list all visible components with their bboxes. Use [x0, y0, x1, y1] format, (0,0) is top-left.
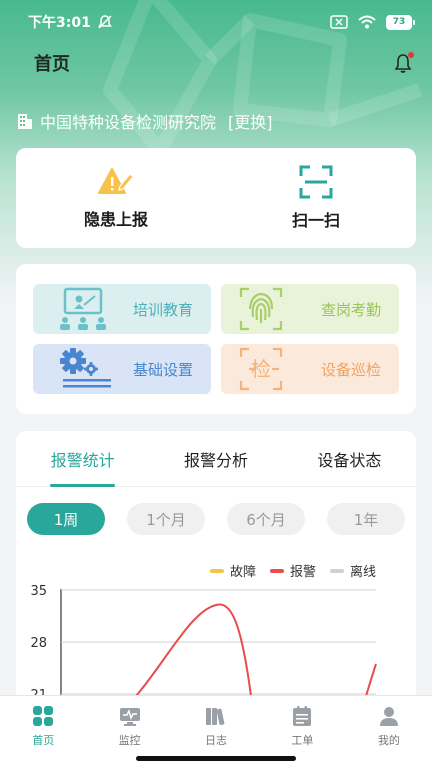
module-training-label: 培训教育 [132, 300, 193, 319]
sim-off-icon [330, 15, 348, 29]
status-bar: 下午3:01 73 [0, 0, 432, 44]
legend-item-alarm: 报警 [269, 561, 316, 580]
tabbar-profile[interactable]: 我的 [346, 696, 432, 768]
training-icon [60, 287, 106, 330]
scan-icon [299, 165, 333, 199]
monitor-icon [119, 708, 140, 726]
profile-icon [379, 707, 398, 726]
legend-label-fault: 故障 [229, 565, 256, 580]
tab-alarm-statistics[interactable]: 报警统计 [16, 431, 149, 487]
legend-label-alarm: 报警 [289, 565, 316, 580]
quick-actions-card: 隐患上报 扫一扫 [16, 148, 416, 248]
organization-selector[interactable]: 中国特种设备检测研究院 [更换] [16, 108, 273, 134]
battery-level: 73 [392, 17, 406, 27]
period-1-year[interactable]: 1年 [327, 503, 405, 535]
scan-button[interactable]: 扫一扫 [216, 148, 416, 248]
period-1-month[interactable]: 1个月 [127, 503, 205, 535]
chart-legend: 故障 报警 离线 [209, 561, 376, 580]
module-attendance[interactable]: 查岗考勤 [221, 284, 399, 334]
tab-alarm-analysis[interactable]: 报警分析 [149, 431, 282, 486]
tabbar-monitor-label: 监控 [118, 734, 141, 747]
status-time-group: 下午3:01 [28, 12, 113, 32]
legend-item-offline: 离线 [329, 561, 376, 580]
legend-item-fault: 故障 [209, 561, 256, 580]
home-indicator [136, 756, 296, 761]
tabbar-log-label: 日志 [205, 734, 228, 747]
tabbar-work-order-label: 工单 [291, 734, 314, 747]
statistics-card: 报警统计 报警分析 设备状态 1周 1个月 6个月 1年 故障 报警 离线 35… [16, 431, 416, 731]
alarm-series-line-end [365, 663, 377, 697]
period-6-months[interactable]: 6个月 [227, 503, 305, 535]
alarm-series-line [135, 603, 252, 697]
module-grid: 培训教育 查岗考勤 基础设置 检 设备巡检 [33, 284, 399, 394]
module-attendance-label: 查岗考勤 [320, 300, 381, 319]
hazard-report-label: 隐患上报 [83, 210, 148, 229]
building-icon [18, 114, 32, 129]
status-time: 下午3:01 [28, 15, 91, 31]
home-grid-icon [33, 705, 54, 726]
period-selector: 1周 1个月 6个月 1年 [16, 487, 416, 535]
modules-card: 培训教育 查岗考勤 基础设置 检 设备巡检 [16, 264, 416, 414]
svg-text:检: 检 [251, 357, 271, 381]
mute-bell-icon [97, 15, 112, 29]
module-basic-settings-label: 基础设置 [132, 360, 193, 379]
y-tick-35: 35 [30, 584, 47, 599]
battery-icon: 73 [386, 14, 415, 30]
tabbar-home-label: 首页 [32, 734, 55, 747]
status-icons: 73 [330, 14, 415, 30]
legend-swatch-fault [209, 568, 224, 573]
legend-swatch-alarm [269, 568, 284, 573]
log-books-icon [206, 708, 225, 726]
legend-swatch-offline [329, 568, 344, 573]
tabbar-home[interactable]: 首页 [0, 696, 86, 768]
module-equipment-inspection[interactable]: 检 设备巡检 [221, 344, 399, 394]
module-training[interactable]: 培训教育 [33, 284, 211, 334]
scan-label: 扫一扫 [291, 211, 340, 230]
module-equipment-inspection-label: 设备巡检 [320, 360, 381, 379]
organization-name: 中国特种设备检测研究院 [40, 113, 217, 132]
change-organization-link[interactable]: [更换] [228, 109, 273, 133]
y-tick-28: 28 [30, 636, 47, 651]
tabbar-profile-label: 我的 [377, 734, 400, 747]
tab-device-status[interactable]: 设备状态 [283, 431, 416, 486]
statistics-tabs: 报警统计 报警分析 设备状态 [16, 431, 416, 487]
notification-badge [408, 52, 414, 58]
fingerprint-icon [239, 287, 283, 331]
app-header: 首页 [0, 44, 432, 82]
inspection-icon: 检 [239, 347, 283, 391]
legend-label-offline: 离线 [349, 565, 376, 580]
wifi-icon [358, 15, 376, 29]
hazard-report-button[interactable]: 隐患上报 [16, 148, 216, 248]
notification-button[interactable] [392, 52, 414, 74]
warning-report-icon [98, 168, 134, 194]
settings-gears-icon [60, 348, 111, 388]
work-order-icon [293, 706, 312, 726]
page-title: 首页 [34, 54, 70, 75]
module-basic-settings[interactable]: 基础设置 [33, 344, 211, 394]
period-1-week[interactable]: 1周 [27, 503, 105, 535]
